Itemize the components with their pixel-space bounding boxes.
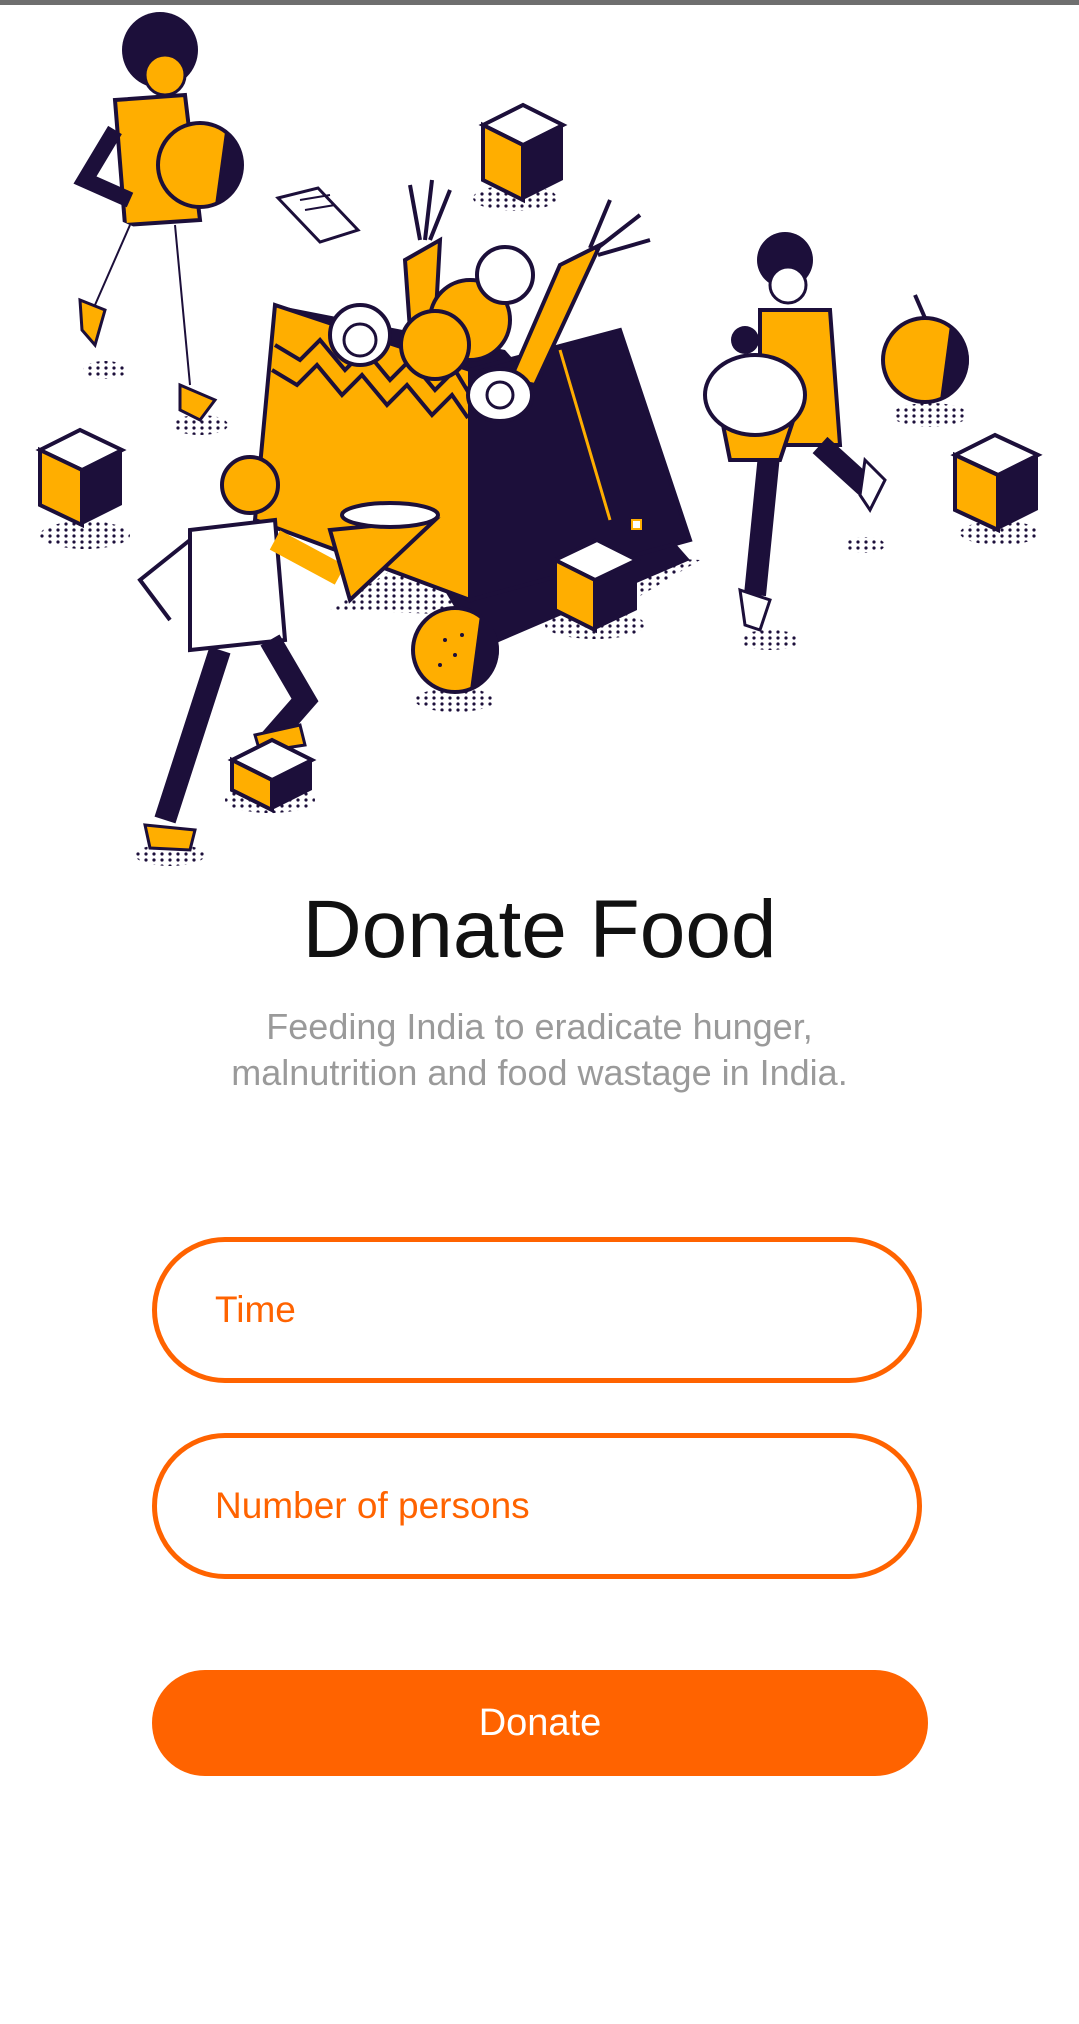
orange-fruit — [411, 606, 499, 694]
subtitle-line-2: malnutrition and food wastage in India. — [231, 1052, 848, 1093]
person-with-orange — [73, 12, 244, 422]
food-donation-illustration — [35, 12, 1043, 866]
cardboard-box — [950, 432, 1043, 534]
cardboard-box — [478, 102, 568, 204]
cardboard-box — [35, 427, 127, 529]
person-with-cupcake — [703, 232, 887, 632]
page-subtitle: Feeding India to eradicate hunger, malnu… — [150, 1004, 929, 1096]
time-field[interactable] — [152, 1237, 922, 1383]
number-of-persons-input[interactable] — [213, 1484, 857, 1528]
orange-fruit — [881, 294, 969, 404]
page-title: Donate Food — [302, 884, 777, 975]
donate-button[interactable]: Donate — [152, 1670, 928, 1776]
time-input[interactable] — [213, 1288, 857, 1332]
receipt — [275, 186, 361, 244]
number-of-persons-field[interactable] — [152, 1433, 922, 1579]
subtitle-line-1: Feeding India to eradicate hunger, — [266, 1006, 813, 1047]
